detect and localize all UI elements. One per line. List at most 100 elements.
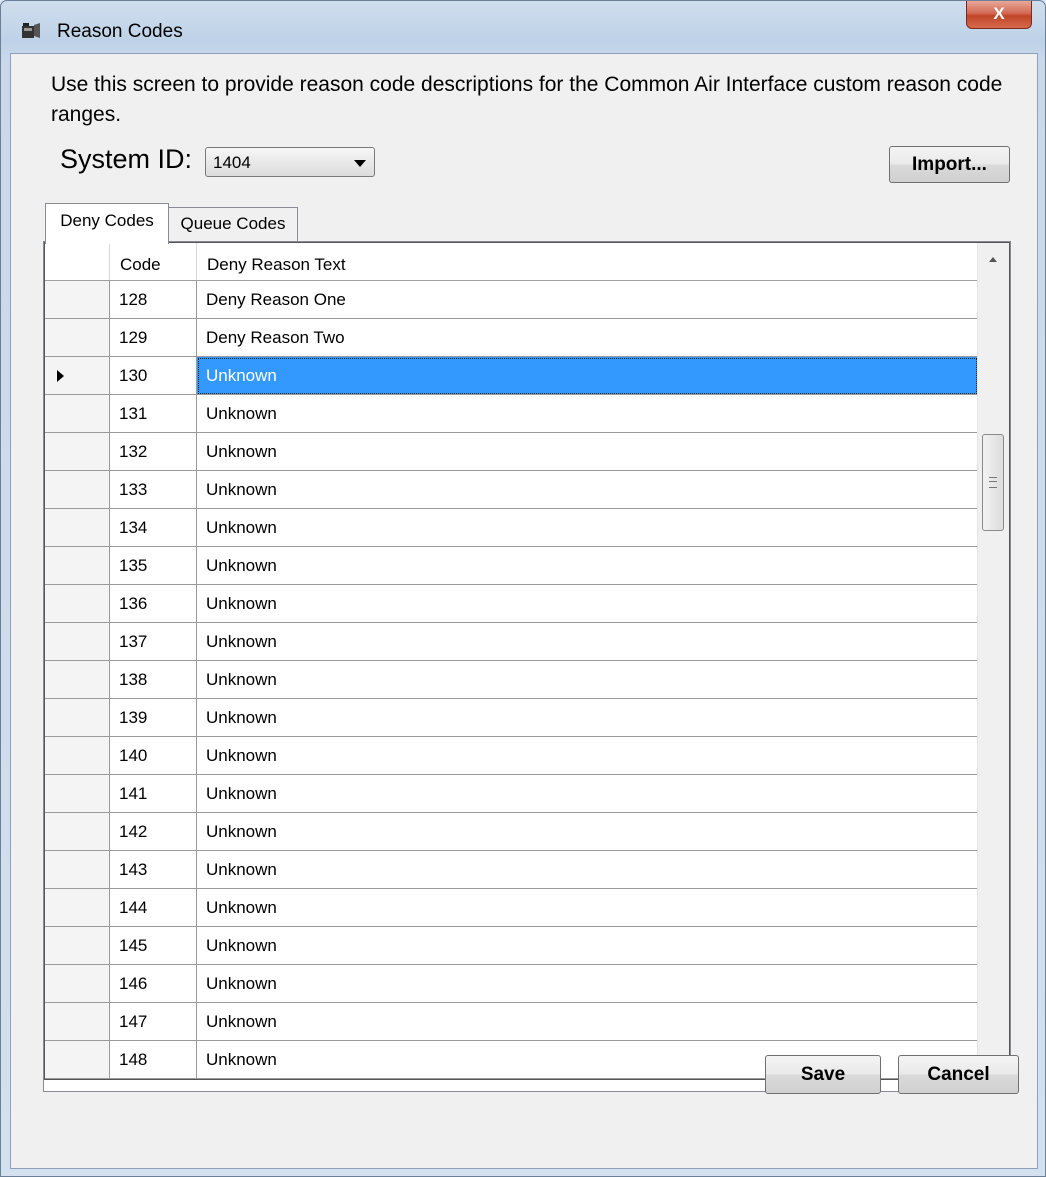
reason-code-grid[interactable]: Code Deny Reason Text 128 Deny Reason One… [44,242,1010,1080]
column-header-deny-reason-text[interactable]: Deny Reason Text [197,243,978,280]
description-text: Use this screen to provide reason code d… [51,73,1003,126]
table-row[interactable]: 140 Unknown [45,737,978,775]
cell-code[interactable]: 137 [110,623,197,661]
cell-code[interactable]: 133 [110,471,197,509]
cancel-button[interactable]: Cancel [898,1055,1019,1094]
cell-code[interactable]: 142 [110,813,197,851]
row-header[interactable] [45,319,110,357]
row-header[interactable] [45,1003,110,1041]
tab-queue-codes[interactable]: Queue Codes [168,207,298,243]
table-row[interactable]: 142 Unknown [45,813,978,851]
row-header[interactable] [45,547,110,585]
scroll-up-icon[interactable] [989,257,997,262]
cell-code[interactable]: 139 [110,699,197,737]
table-row[interactable]: 143 Unknown [45,851,978,889]
cell-code[interactable]: 145 [110,927,197,965]
row-header[interactable] [45,357,110,395]
cell-deny-reason-text[interactable]: Unknown [197,737,978,775]
table-row[interactable]: 146 Unknown [45,965,978,1003]
table-row[interactable]: 133 Unknown [45,471,978,509]
cell-deny-reason-text[interactable]: Unknown [197,699,978,737]
row-header[interactable] [45,623,110,661]
cell-deny-reason-text[interactable]: Unknown [197,585,978,623]
cell-deny-reason-text[interactable]: Unknown [197,927,978,965]
vertical-scrollbar[interactable] [977,243,1009,1079]
cell-code[interactable]: 146 [110,965,197,1003]
cell-deny-reason-text[interactable]: Unknown [197,471,978,509]
system-id-value: 1404 [213,153,251,172]
row-header[interactable] [45,851,110,889]
table-row[interactable]: 135 Unknown [45,547,978,585]
column-header-code[interactable]: Code [110,243,197,280]
cell-deny-reason-text[interactable]: Unknown [197,889,978,927]
row-header[interactable] [45,281,110,319]
cell-code[interactable]: 135 [110,547,197,585]
cell-code[interactable]: 141 [110,775,197,813]
row-header[interactable] [45,927,110,965]
cell-deny-reason-text[interactable]: Unknown [197,661,978,699]
cell-code[interactable]: 148 [110,1041,197,1079]
row-header[interactable] [45,699,110,737]
save-button[interactable]: Save [765,1055,881,1094]
cell-code[interactable]: 147 [110,1003,197,1041]
cell-deny-reason-text[interactable]: Unknown [197,509,978,547]
cell-deny-reason-text[interactable]: Unknown [197,395,978,433]
import-button[interactable]: Import... [889,146,1010,183]
cell-code[interactable]: 131 [110,395,197,433]
row-header[interactable] [45,965,110,1003]
table-row[interactable]: 145 Unknown [45,927,978,965]
row-header[interactable] [45,433,110,471]
row-header[interactable] [45,889,110,927]
row-header[interactable] [45,395,110,433]
window-title: Reason Codes [57,21,183,42]
tab-deny-codes[interactable]: Deny Codes [45,203,169,244]
table-row[interactable]: 141 Unknown [45,775,978,813]
cell-deny-reason-text[interactable]: Unknown [197,547,978,585]
row-header[interactable] [45,737,110,775]
table-row[interactable]: 138 Unknown [45,661,978,699]
cell-deny-reason-text[interactable]: Unknown [197,1003,978,1041]
table-row[interactable]: 137 Unknown [45,623,978,661]
table-row[interactable]: 134 Unknown [45,509,978,547]
cell-code[interactable]: 130 [110,357,197,395]
table-row[interactable]: 130 Unknown [45,357,978,395]
row-header[interactable] [45,813,110,851]
row-header[interactable] [45,471,110,509]
title-bar[interactable]: Reason Codes X [1,1,1045,53]
cell-code[interactable]: 134 [110,509,197,547]
table-row[interactable]: 131 Unknown [45,395,978,433]
row-header-corner [45,243,110,280]
cell-code[interactable]: 140 [110,737,197,775]
table-row[interactable]: 128 Deny Reason One [45,281,978,319]
table-row[interactable]: 129 Deny Reason Two [45,319,978,357]
cell-deny-reason-text[interactable]: Unknown [197,965,978,1003]
cell-deny-reason-text[interactable]: Unknown [197,357,978,395]
table-row[interactable]: 132 Unknown [45,433,978,471]
cell-deny-reason-text[interactable]: Unknown [197,433,978,471]
row-header[interactable] [45,1041,110,1079]
cell-deny-reason-text[interactable]: Deny Reason Two [197,319,978,357]
table-row[interactable]: 139 Unknown [45,699,978,737]
scrollbar-thumb[interactable] [982,434,1004,531]
cell-deny-reason-text[interactable]: Unknown [197,623,978,661]
cell-code[interactable]: 128 [110,281,197,319]
table-row[interactable]: 136 Unknown [45,585,978,623]
close-button[interactable]: X [966,1,1032,29]
row-header[interactable] [45,775,110,813]
cell-deny-reason-text[interactable]: Unknown [197,775,978,813]
table-row[interactable]: 144 Unknown [45,889,978,927]
system-id-dropdown[interactable]: 1404 [205,147,375,177]
cell-deny-reason-text[interactable]: Unknown [197,813,978,851]
row-header[interactable] [45,661,110,699]
cell-code[interactable]: 138 [110,661,197,699]
cell-code[interactable]: 129 [110,319,197,357]
cell-deny-reason-text[interactable]: Deny Reason One [197,281,978,319]
row-header[interactable] [45,509,110,547]
cell-code[interactable]: 136 [110,585,197,623]
table-row[interactable]: 147 Unknown [45,1003,978,1041]
cell-code[interactable]: 143 [110,851,197,889]
row-header[interactable] [45,585,110,623]
cell-code[interactable]: 132 [110,433,197,471]
cell-code[interactable]: 144 [110,889,197,927]
cell-deny-reason-text[interactable]: Unknown [197,851,978,889]
